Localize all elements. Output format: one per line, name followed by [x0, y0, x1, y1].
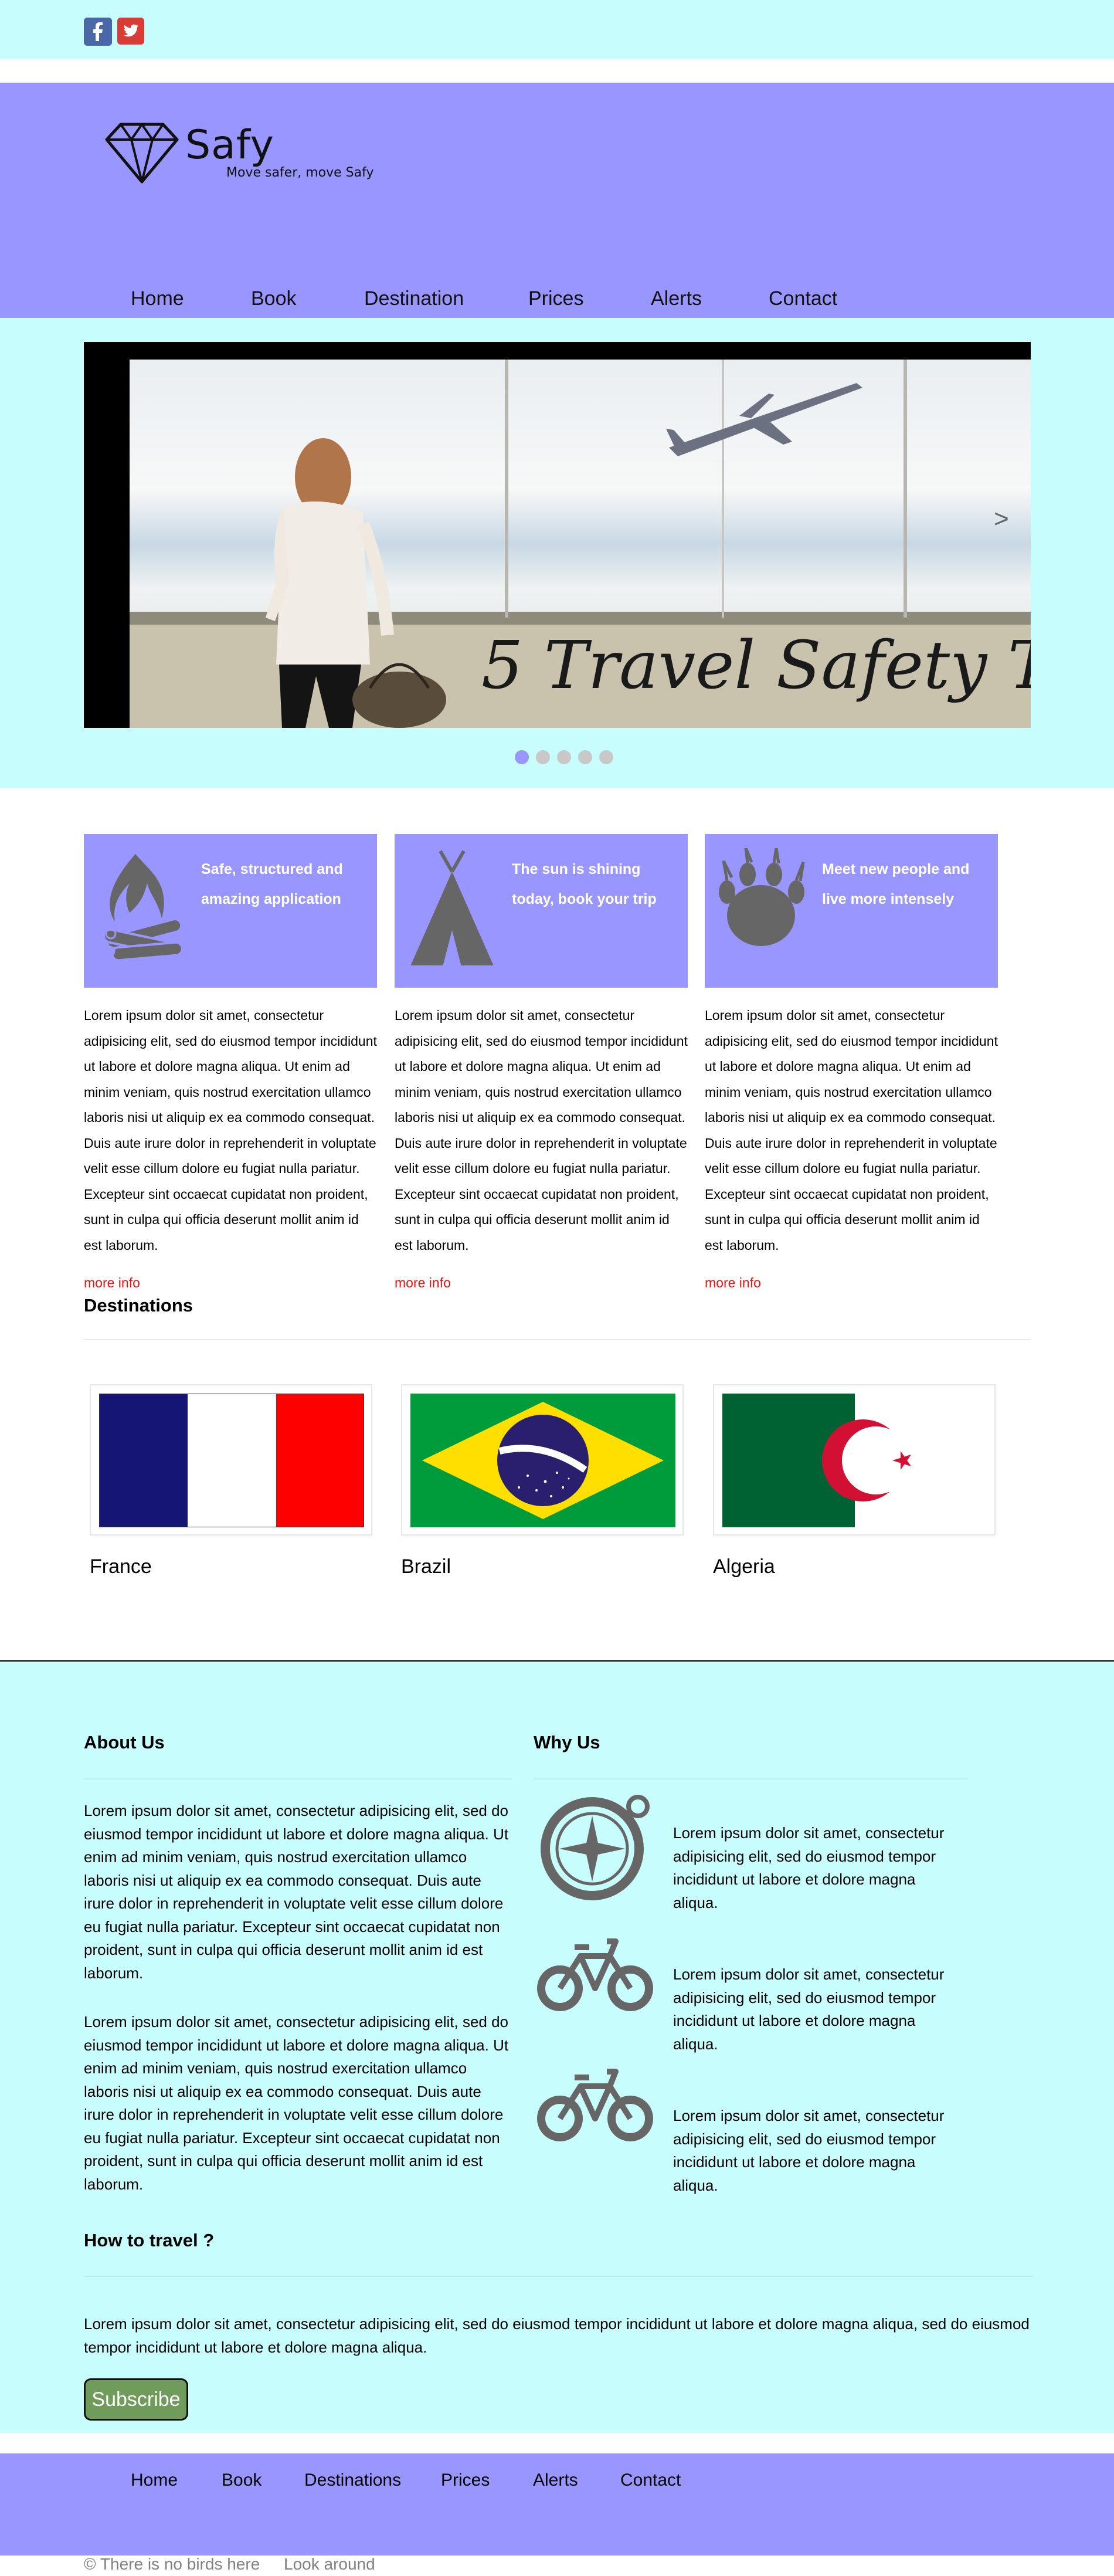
slider-dot[interactable]: [536, 750, 550, 764]
bicycle-icon: [537, 1938, 653, 2011]
site-header: [0, 83, 1114, 318]
slide-image: 5 Travel Safety Tips: [130, 360, 1031, 728]
footer-nav-home[interactable]: Home: [131, 2470, 178, 2490]
footer-nav-contact[interactable]: Contact: [620, 2470, 681, 2490]
brazil-flag-icon: [410, 1394, 675, 1527]
how-title: How to travel ?: [84, 2230, 215, 2250]
footer-nav-destinations[interactable]: Destinations: [304, 2470, 401, 2490]
feature-text: Lorem ipsum dolor sit amet, consectetur …: [705, 1008, 998, 1253]
paw-icon: [719, 848, 805, 946]
brand-name[interactable]: Safy: [185, 122, 274, 168]
footer-nav-book[interactable]: Book: [222, 2470, 261, 2490]
footer-nav-prices[interactable]: Prices: [441, 2470, 490, 2490]
destination-card-brazil[interactable]: [401, 1384, 684, 1536]
why-text: Lorem ipsum dolor sit amet, consectetur …: [673, 1824, 945, 1911]
copyright-text: © There is no birds here: [84, 2555, 260, 2573]
nav-prices[interactable]: Prices: [528, 287, 583, 310]
destination-card-france[interactable]: [90, 1384, 372, 1536]
footer-nav-alerts[interactable]: Alerts: [533, 2470, 578, 2490]
slider-dots: [515, 750, 613, 764]
destination-name[interactable]: Algeria: [713, 1555, 775, 1578]
more-info-link[interactable]: more info: [84, 1275, 140, 1291]
feature-banner: The sun is shining today, book your trip: [395, 834, 688, 988]
subscribe-button[interactable]: Subscribe: [84, 2378, 188, 2421]
feature-title: The sun is shining today, book your trip: [512, 861, 657, 907]
nav-destination[interactable]: Destination: [364, 287, 464, 310]
diamond-icon: [105, 123, 179, 184]
feature-card: The sun is shining today, book your trip…: [395, 834, 688, 1258]
slider-dot[interactable]: [578, 750, 592, 764]
bicycle-icon: [537, 2069, 653, 2141]
feature-text: Lorem ipsum dolor sit amet, consectetur …: [84, 1008, 377, 1253]
twitter-icon[interactable]: [117, 18, 144, 45]
more-info-link[interactable]: more info: [705, 1275, 761, 1291]
campfire-icon: [103, 854, 184, 962]
slider-dot[interactable]: [515, 750, 529, 764]
slider-dot[interactable]: [599, 750, 613, 764]
nav-alerts[interactable]: Alerts: [651, 287, 702, 310]
destination-name[interactable]: Brazil: [401, 1555, 451, 1578]
divider: [534, 1778, 967, 1780]
feature-banner: Safe, structured and amazing application: [84, 834, 377, 988]
algeria-flag-icon: [722, 1394, 987, 1527]
nav-contact[interactable]: Contact: [769, 287, 837, 310]
facebook-icon[interactable]: [84, 18, 112, 46]
slider-dot[interactable]: [557, 750, 571, 764]
divider: [84, 1778, 512, 1780]
nav-home[interactable]: Home: [131, 287, 184, 310]
compass-icon: [541, 1795, 650, 1900]
nav-book[interactable]: Book: [251, 287, 297, 310]
feature-title: Meet new people and live more intensely: [822, 861, 970, 907]
tent-icon: [410, 850, 494, 965]
destination-name[interactable]: France: [90, 1555, 152, 1578]
tagline: Move safer, move Safy: [226, 165, 374, 180]
more-info-link[interactable]: more info: [395, 1275, 451, 1291]
how-text: Lorem ipsum dolor sit amet, consectetur …: [84, 2315, 1030, 2356]
footer-nav: [0, 2453, 1114, 2555]
feature-banner: Meet new people and live more intensely: [705, 834, 998, 988]
about-paragraph: Lorem ipsum dolor sit amet, consectetur …: [84, 1802, 509, 1982]
about-title: About Us: [84, 1732, 165, 1753]
feature-text: Lorem ipsum dolor sit amet, consectetur …: [395, 1008, 688, 1253]
feature-card: Meet new people and live more intensely …: [705, 834, 998, 1258]
destination-card-algeria[interactable]: [713, 1384, 996, 1536]
slide-caption: 5 Travel Safety Tips: [481, 628, 1031, 704]
france-flag-icon: [99, 1394, 364, 1527]
image-slider[interactable]: 5 Travel Safety Tips: [84, 342, 1031, 728]
feature-title: Safe, structured and amazing application: [201, 861, 343, 907]
why-text: Lorem ipsum dolor sit amet, consectetur …: [673, 1965, 945, 2053]
feature-card: Safe, structured and amazing application…: [84, 834, 377, 1258]
why-text: Lorem ipsum dolor sit amet, consectetur …: [673, 2107, 945, 2194]
divider: [84, 2276, 1034, 2277]
destinations-title: Destinations: [84, 1295, 193, 1316]
top-bar: [0, 0, 1114, 59]
slider-next-icon[interactable]: >: [994, 504, 1009, 534]
divider: [84, 1339, 1031, 1340]
why-title: Why Us: [534, 1732, 600, 1753]
look-around-link[interactable]: Look around: [284, 2555, 375, 2574]
about-paragraph: Lorem ipsum dolor sit amet, consectetur …: [84, 2013, 509, 2193]
